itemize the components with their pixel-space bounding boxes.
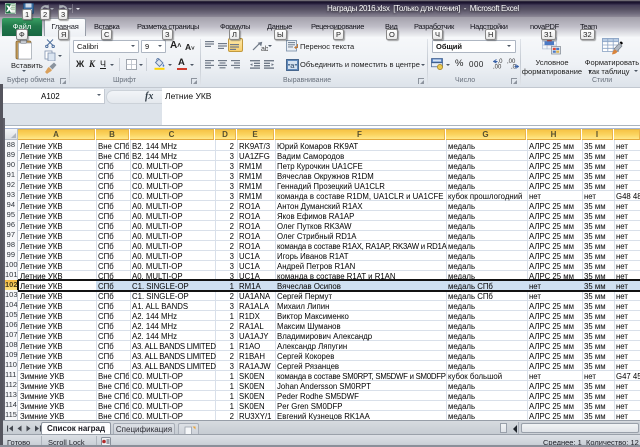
svg-text:ab: ab: [261, 46, 268, 52]
svg-text:,00: ,00: [493, 65, 502, 70]
